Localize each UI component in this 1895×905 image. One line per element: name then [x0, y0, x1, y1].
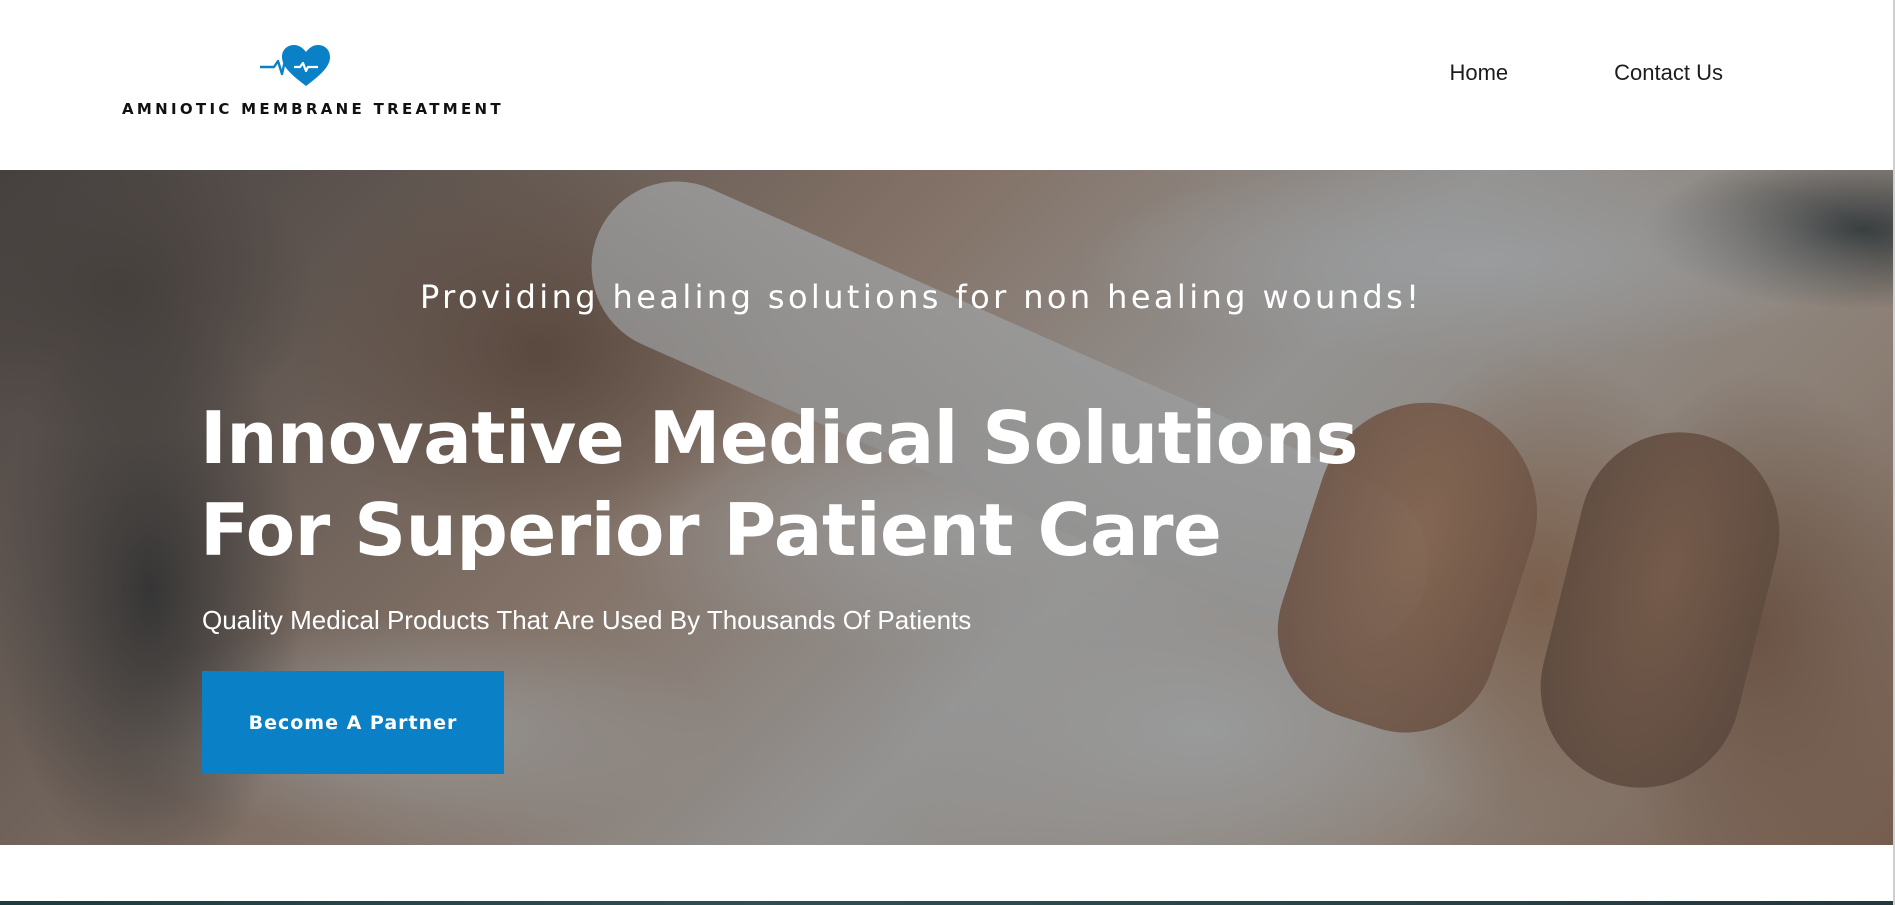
hero-section: Providing healing solutions for non heal…: [0, 170, 1893, 845]
nav-home[interactable]: Home: [1449, 60, 1508, 86]
hero-headline: Innovative Medical Solutions For Superio…: [200, 396, 1358, 572]
hero-subheadline: Quality Medical Products That Are Used B…: [202, 605, 972, 635]
hero-tagline: Providing healing solutions for non heal…: [420, 278, 1423, 316]
logo-wordmark: AMNIOTIC MEMBRANE TREATMENT: [122, 100, 504, 118]
become-a-partner-button[interactable]: Become A Partner: [202, 671, 504, 774]
hero-content: Providing healing solutions for non heal…: [0, 170, 1893, 845]
nav-contact-us[interactable]: Contact Us: [1614, 60, 1723, 86]
heart-pulse-icon: [260, 45, 330, 86]
site-header: AMNIOTIC MEMBRANE TREATMENT Home Contact…: [0, 0, 1893, 170]
next-section-edge: [0, 901, 1893, 905]
main-nav: Home Contact Us: [1449, 60, 1723, 86]
site-logo[interactable]: AMNIOTIC MEMBRANE TREATMENT: [120, 44, 501, 120]
page: AMNIOTIC MEMBRANE TREATMENT Home Contact…: [0, 0, 1895, 905]
next-section: [0, 845, 1893, 905]
